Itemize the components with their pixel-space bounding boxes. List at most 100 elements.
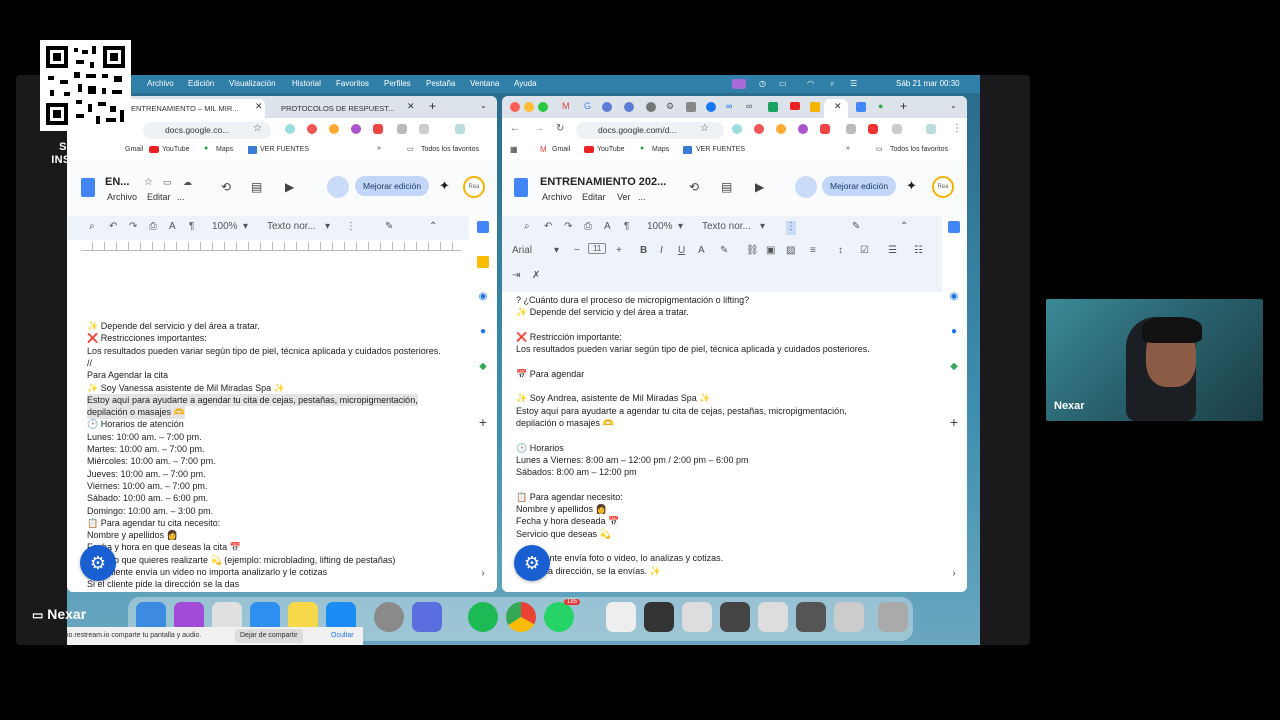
- extension-icon[interactable]: [732, 124, 742, 134]
- window-thumbnail-icon[interactable]: [758, 602, 788, 632]
- chevron-down-icon[interactable]: ▾: [554, 245, 559, 256]
- menu-archivo[interactable]: Archivo: [107, 192, 137, 202]
- tab-list-chevron-icon[interactable]: ⌄: [480, 101, 487, 110]
- tab-favicon[interactable]: [602, 102, 612, 112]
- print-icon[interactable]: ⎙: [584, 221, 592, 232]
- edit-mode-pencil-icon[interactable]: ✎: [385, 221, 393, 232]
- spellcheck-icon[interactable]: A: [604, 221, 611, 232]
- new-tab-icon[interactable]: +: [429, 99, 436, 113]
- comments-icon[interactable]: ▤: [721, 180, 732, 194]
- bookmark-youtube[interactable]: YouTube: [597, 146, 625, 153]
- bold-icon[interactable]: B: [640, 245, 647, 256]
- minimize-window-icon[interactable]: [524, 102, 534, 112]
- checklist-icon[interactable]: ☑: [860, 245, 869, 256]
- chevron-down-icon[interactable]: ▾: [243, 221, 248, 232]
- highlight-icon[interactable]: ✎: [720, 245, 728, 256]
- undo-icon[interactable]: ↶: [544, 221, 552, 232]
- chevron-down-icon[interactable]: ▾: [760, 221, 765, 232]
- chevron-down-icon[interactable]: ▾: [325, 221, 330, 232]
- chrome-icon[interactable]: [506, 602, 536, 632]
- mejorar-edicion-button[interactable]: Mejorar edición: [355, 176, 430, 196]
- extensions-puzzle-icon[interactable]: [419, 124, 429, 134]
- control-center-icon[interactable]: ☰: [850, 75, 857, 93]
- maps-tab-icon[interactable]: ●: [878, 101, 883, 111]
- meet-video-icon[interactable]: ▶: [755, 180, 764, 194]
- gemini-sparkle-icon[interactable]: ✦: [439, 178, 450, 194]
- tab-list-chevron-icon[interactable]: ⌄: [950, 101, 957, 110]
- extension-icon[interactable]: [754, 124, 764, 134]
- tab-favicon[interactable]: [624, 102, 634, 112]
- print-icon[interactable]: ⎙: [149, 221, 157, 232]
- left-tab-entrenamiento[interactable]: ENTRENAMIENTO – MIL MIR...: [123, 99, 265, 118]
- menu-edicion[interactable]: Edición: [188, 75, 214, 93]
- bookmark-star-icon[interactable]: ☆: [700, 123, 709, 134]
- extension-icon[interactable]: [373, 124, 383, 134]
- bulleted-list-icon[interactable]: ☰: [888, 245, 897, 256]
- spellcheck-icon[interactable]: A: [169, 221, 176, 232]
- tasks-icon[interactable]: ◉: [948, 291, 960, 303]
- contacts-icon[interactable]: ●: [948, 326, 960, 338]
- wifi-icon[interactable]: ◠: [807, 75, 814, 93]
- close-window-icon[interactable]: [510, 102, 520, 112]
- menu-ver[interactable]: Ver: [617, 192, 631, 202]
- meta-tab-icon[interactable]: ∞: [726, 101, 732, 111]
- drive-tab-icon[interactable]: [768, 102, 778, 112]
- share-person-icon[interactable]: [795, 176, 817, 198]
- extension-icon[interactable]: [351, 124, 361, 134]
- tasks-icon[interactable]: ◉: [477, 291, 489, 303]
- undo-icon[interactable]: ↶: [109, 221, 117, 232]
- font-select[interactable]: Arial: [512, 245, 532, 256]
- tab-favicon[interactable]: ∞: [746, 101, 752, 111]
- extension-icon[interactable]: [846, 124, 856, 134]
- move-folder-icon[interactable]: ▭: [163, 177, 172, 188]
- chevron-right-icon[interactable]: »: [377, 145, 381, 152]
- history-icon[interactable]: ⟲: [221, 180, 231, 194]
- profile-icon[interactable]: [926, 124, 936, 134]
- extension-icon[interactable]: [798, 124, 808, 134]
- menu-editar[interactable]: Editar: [582, 192, 606, 202]
- bookmark-ver-fuentes[interactable]: VER FUENTES: [696, 146, 745, 153]
- style-select[interactable]: Texto nor...: [702, 221, 751, 232]
- share-person-icon[interactable]: [327, 176, 349, 198]
- extension-icon[interactable]: [329, 124, 339, 134]
- accessibility-settings-button[interactable]: ⚙: [80, 545, 116, 581]
- contacts-icon[interactable]: ●: [477, 326, 489, 338]
- collapse-chevron-icon[interactable]: ⌃: [900, 221, 908, 232]
- increase-indent-icon[interactable]: ⇥: [512, 270, 520, 281]
- battery-icon[interactable]: ▭: [779, 75, 787, 93]
- edit-mode-pencil-icon[interactable]: ✎: [852, 221, 860, 232]
- bookmark-all-favorites[interactable]: Todos los favoritos: [421, 146, 479, 153]
- search-icon[interactable]: ⌕: [830, 75, 834, 93]
- doc-title[interactable]: EN...: [105, 176, 129, 188]
- menu-historial[interactable]: Historial: [292, 75, 321, 93]
- font-size-increase-icon[interactable]: +: [616, 245, 622, 256]
- redo-icon[interactable]: ↷: [564, 221, 572, 232]
- menu-ventana[interactable]: Ventana: [470, 75, 499, 93]
- gmail-tab-icon[interactable]: M: [562, 101, 570, 111]
- menu-editar[interactable]: Editar: [147, 192, 171, 202]
- bookmark-maps[interactable]: Maps: [652, 146, 669, 153]
- close-tab-icon[interactable]: ✕: [407, 101, 415, 112]
- link-icon[interactable]: ⛓: [746, 245, 759, 256]
- chevron-right-icon[interactable]: ›: [477, 568, 489, 580]
- redo-icon[interactable]: ↷: [129, 221, 137, 232]
- zoom-select[interactable]: 100%: [212, 221, 238, 232]
- extension-icon[interactable]: [397, 124, 407, 134]
- meet-video-icon[interactable]: ▶: [285, 180, 294, 194]
- search-menus-icon[interactable]: ⌕: [524, 221, 530, 232]
- maximize-window-icon[interactable]: [538, 102, 548, 112]
- whatsapp-icon[interactable]: [544, 602, 574, 632]
- chevron-right-icon[interactable]: ›: [948, 568, 960, 580]
- text-color-icon[interactable]: A: [698, 245, 705, 256]
- window-thumbnail-icon[interactable]: [720, 602, 750, 632]
- numbered-list-icon[interactable]: ☷: [914, 245, 923, 256]
- accessibility-settings-button[interactable]: ⚙: [514, 545, 550, 581]
- more-options-icon[interactable]: ⋮: [952, 123, 962, 134]
- extension-icon[interactable]: [776, 124, 786, 134]
- collapse-chevron-icon[interactable]: ⌃: [429, 221, 437, 232]
- screen-share-icon[interactable]: [732, 79, 746, 89]
- underline-icon[interactable]: U: [678, 245, 685, 256]
- add-addon-icon[interactable]: +: [948, 415, 960, 429]
- drive-tab-icon[interactable]: [810, 102, 820, 112]
- extensions-puzzle-icon[interactable]: [892, 124, 902, 134]
